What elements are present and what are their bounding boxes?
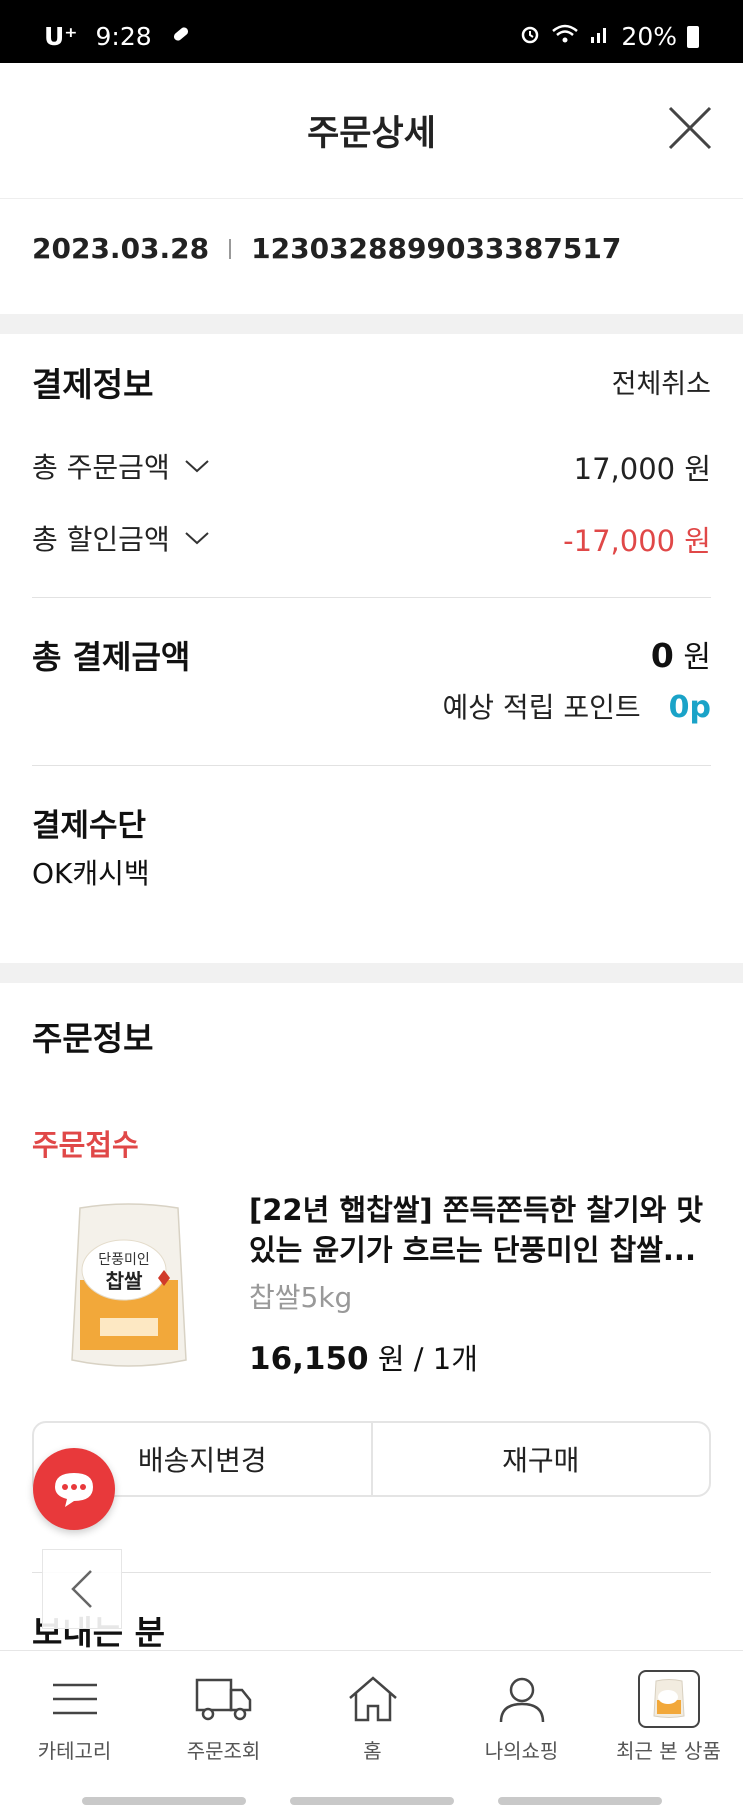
gesture-bar	[498, 1797, 662, 1805]
gesture-bar	[82, 1797, 246, 1805]
order-date: 2023.03.28	[32, 232, 210, 265]
truck-icon	[194, 1671, 254, 1727]
nav-label: 카테고리	[37, 1739, 112, 1763]
total-discount-toggle[interactable]: 총 할인금액	[32, 518, 210, 558]
carrier-label: U⁺	[44, 22, 78, 51]
back-button[interactable]	[42, 1549, 122, 1629]
menu-icon	[51, 1671, 99, 1727]
points-value: 0p	[668, 690, 711, 725]
product-image[interactable]: 단풍미인 찹쌀	[62, 1200, 196, 1375]
page-title: 주문상세	[307, 114, 436, 154]
product-price-amount: 16,150	[249, 1341, 369, 1377]
nav-label: 홈	[363, 1739, 382, 1763]
divider	[229, 238, 232, 259]
signal-icon	[589, 22, 611, 51]
total-discount-label: 총 할인금액	[32, 523, 170, 556]
expected-points: 예상 적립 포인트 0p	[443, 686, 711, 726]
wifi-icon	[551, 22, 579, 51]
product-image-title: 찹쌀	[106, 1270, 143, 1293]
payment-section-title: 결제정보	[32, 365, 154, 404]
total-payment-unit: 원	[683, 640, 711, 675]
alarm-icon	[519, 22, 541, 51]
order-status-badge: 주문접수	[32, 1128, 139, 1162]
product-image-brand: 단풍미인	[98, 1251, 150, 1267]
bottom-nav: 카테고리 주문조회 홈 나의쇼핑 최근 본 상품	[0, 1650, 743, 1817]
total-order-value: 17,000 원	[573, 452, 711, 486]
product-name[interactable]: [22년 햅찹쌀] 쫀득쫀득한 찰기와 맛있는 윤기가 흐르는 단풍미인 찹쌀.…	[249, 1190, 709, 1270]
pill-icon	[170, 22, 192, 51]
gesture-bar	[290, 1797, 454, 1805]
chat-button[interactable]	[33, 1448, 115, 1530]
cancel-all-button[interactable]: 전체취소	[612, 362, 711, 401]
order-info-section-title: 주문정보	[32, 1019, 154, 1058]
clock: 9:28	[95, 22, 152, 51]
person-icon	[497, 1671, 547, 1727]
divider	[32, 1572, 711, 1573]
nav-label: 주문조회	[186, 1739, 261, 1763]
battery-percent: 20%	[621, 22, 677, 51]
total-payment-amount: 0	[650, 636, 674, 675]
nav-label: 최근 본 상품	[616, 1739, 721, 1763]
payment-method-value: OK캐시백	[32, 857, 150, 890]
nav-label: 나의쇼핑	[484, 1739, 559, 1763]
total-payment-value: 0 원	[651, 632, 711, 676]
page-header: 주문상세	[0, 63, 743, 199]
product-option: 찹쌀5kg	[249, 1281, 353, 1314]
close-button[interactable]	[665, 103, 715, 153]
nav-category[interactable]: 카테고리	[0, 1651, 149, 1771]
chevron-down-icon	[185, 460, 209, 473]
order-meta: 2023.03.28 1230328899033387517	[32, 232, 621, 265]
section-gap	[0, 314, 743, 334]
nav-my-shopping[interactable]: 나의쇼핑	[447, 1651, 596, 1771]
total-discount-value: -17,000 원	[563, 524, 711, 558]
recent-product-thumbnail	[637, 1670, 700, 1728]
close-icon	[668, 106, 712, 150]
product-price-suffix: 원 / 1개	[377, 1342, 478, 1376]
chevron-left-icon	[71, 1570, 92, 1608]
divider	[32, 597, 711, 598]
chevron-down-icon	[185, 532, 209, 545]
divider	[32, 765, 711, 766]
battery-icon	[687, 25, 699, 48]
nav-home[interactable]: 홈	[298, 1651, 447, 1771]
points-label: 예상 적립 포인트	[442, 691, 641, 724]
payment-method-title: 결제수단	[32, 808, 147, 844]
nav-recent-products[interactable]: 최근 본 상품	[594, 1651, 743, 1771]
chat-icon	[55, 1473, 93, 1507]
total-payment-label: 총 결제금액	[32, 638, 191, 676]
status-bar: U⁺ 9:28 20%	[0, 0, 743, 63]
total-order-toggle[interactable]: 총 주문금액	[32, 446, 210, 486]
product-price: 16,150 원 / 1개	[249, 1336, 478, 1378]
home-icon	[346, 1671, 400, 1727]
nav-order-lookup[interactable]: 주문조회	[149, 1651, 298, 1771]
reorder-button[interactable]: 재구매	[370, 1423, 710, 1495]
section-gap	[0, 963, 743, 983]
order-actions: 배송지변경 재구매	[32, 1421, 711, 1497]
total-order-label: 총 주문금액	[32, 451, 170, 484]
order-number: 1230328899033387517	[251, 232, 622, 265]
